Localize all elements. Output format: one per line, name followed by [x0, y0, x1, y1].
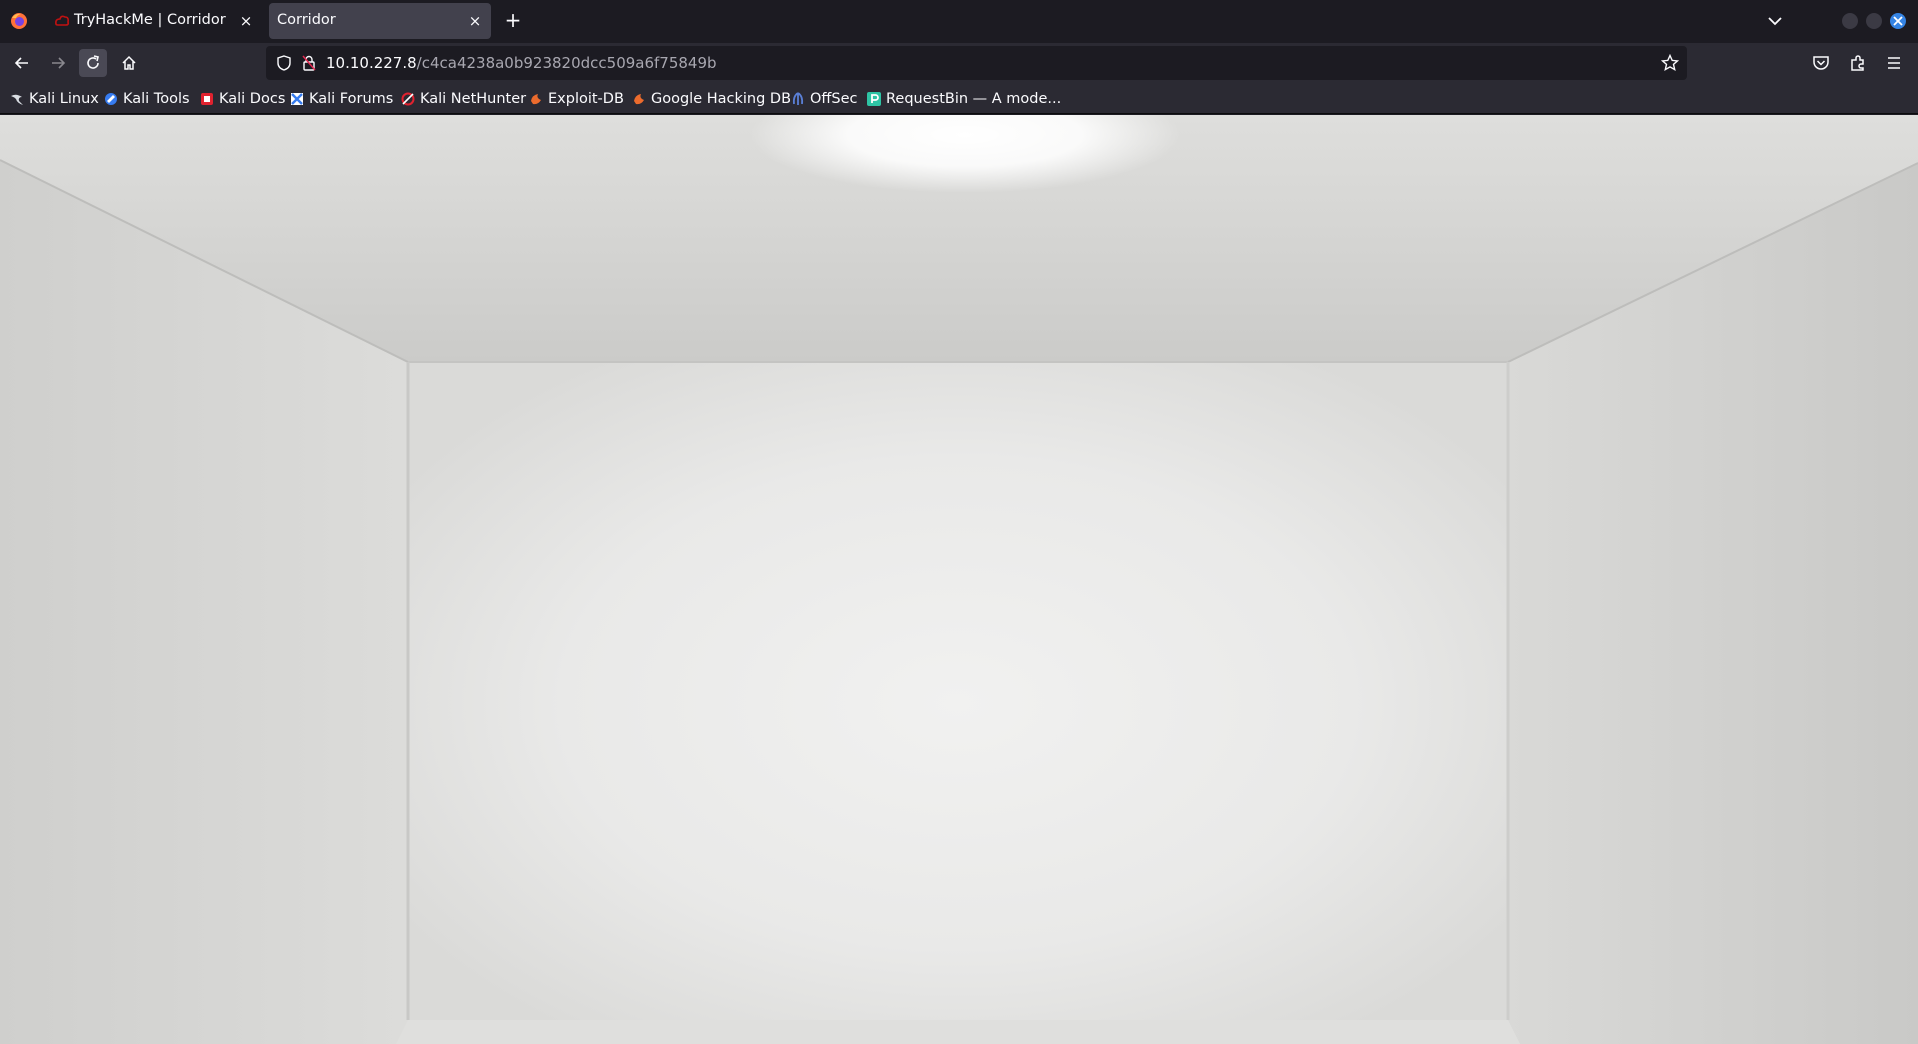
- forward-button[interactable]: [44, 49, 72, 77]
- bookmark-exploit-db[interactable]: Exploit-DB: [529, 89, 624, 109]
- bookmark-label: Kali Linux: [29, 91, 99, 107]
- nethunter-icon: [401, 92, 415, 106]
- close-icon: [1893, 16, 1903, 26]
- floor: [396, 1020, 1520, 1044]
- url-path: /c4ca4238a0b923820dcc509a6f75849b: [416, 54, 717, 72]
- star-icon[interactable]: [1661, 54, 1679, 72]
- firefox-icon[interactable]: [10, 12, 28, 30]
- arrow-left-icon: [14, 57, 28, 69]
- back-wall: [408, 362, 1508, 1044]
- tab-corridor[interactable]: Corridor ×: [269, 3, 491, 39]
- close-window-button[interactable]: [1890, 13, 1906, 29]
- bookmark-kali-nethunter[interactable]: Kali NetHunter: [401, 89, 526, 109]
- url-text[interactable]: 10.10.227.8/c4ca4238a0b923820dcc509a6f75…: [326, 54, 717, 72]
- bookmark-kali-forums[interactable]: Kali Forums: [290, 89, 393, 109]
- close-tab-icon[interactable]: ×: [238, 13, 254, 29]
- bookmark-label: RequestBin — A mode...: [886, 91, 1062, 107]
- reload-button[interactable]: [79, 49, 107, 77]
- close-tab-icon[interactable]: ×: [467, 13, 483, 29]
- bookmark-label: Kali Forums: [309, 91, 394, 107]
- bookmark-label: Kali Tools: [123, 91, 190, 107]
- kali-dragon-icon: [11, 94, 23, 105]
- tab-strip: TryHackMe | Corridor × Corridor × +: [0, 0, 1918, 43]
- page-content: [0, 115, 1918, 1044]
- lock-icon[interactable]: [302, 55, 316, 71]
- arrow-right-icon: [52, 57, 66, 69]
- bookmark-kali-docs[interactable]: Kali Docs: [200, 89, 285, 109]
- tryhackme-icon: [55, 15, 70, 26]
- bookmark-kali-linux[interactable]: Kali Linux: [10, 89, 99, 109]
- reload-icon: [87, 55, 99, 69]
- minimize-button[interactable]: [1842, 13, 1858, 29]
- bookmark-label: OffSec: [810, 91, 858, 107]
- bookmark-label: Google Hacking DB: [651, 91, 792, 107]
- url-host: 10.10.227.8: [326, 54, 417, 72]
- kali-docs-icon: [201, 93, 213, 105]
- bookmarks-toolbar: Kali Linux Kali Tools Kali Docs Kali For…: [0, 83, 1918, 114]
- offsec-icon: [792, 92, 804, 105]
- chevron-down-icon[interactable]: [1764, 12, 1786, 30]
- room-scene[interactable]: [0, 115, 1918, 1044]
- tab-label: Corridor: [277, 12, 336, 28]
- extensions-icon[interactable]: [1848, 53, 1868, 73]
- home-button[interactable]: [115, 49, 143, 77]
- ghdb-icon: [634, 94, 644, 105]
- home-icon: [122, 55, 136, 70]
- bookmark-label: Exploit-DB: [548, 91, 624, 107]
- exploit-db-icon: [531, 94, 541, 105]
- bookmark-label: Kali NetHunter: [420, 91, 527, 107]
- kali-tools-icon: [105, 93, 117, 105]
- back-button[interactable]: [8, 49, 36, 77]
- pocket-icon[interactable]: [1811, 53, 1831, 73]
- bookmark-label: Kali Docs: [219, 91, 286, 107]
- hamburger-menu-icon[interactable]: [1884, 53, 1904, 73]
- navigation-toolbar: 10.10.227.8/c4ca4238a0b923820dcc509a6f75…: [0, 43, 1918, 83]
- tab-tryhackme[interactable]: TryHackMe | Corridor ×: [44, 3, 262, 39]
- tab-label: TryHackMe | Corridor: [74, 12, 226, 28]
- address-bar[interactable]: 10.10.227.8/c4ca4238a0b923820dcc509a6f75…: [266, 46, 1687, 80]
- bookmark-requestbin[interactable]: RequestBin — A mode...: [867, 89, 1061, 109]
- kali-forums-icon: [291, 93, 303, 105]
- bookmark-google-hacking-db[interactable]: Google Hacking DB: [632, 89, 791, 109]
- maximize-button[interactable]: [1866, 13, 1882, 29]
- shield-icon[interactable]: [276, 55, 292, 71]
- bookmark-kali-tools[interactable]: Kali Tools: [104, 89, 190, 109]
- new-tab-button[interactable]: +: [502, 10, 524, 32]
- requestbin-icon: [867, 92, 881, 106]
- bookmark-offsec[interactable]: OffSec: [791, 89, 858, 109]
